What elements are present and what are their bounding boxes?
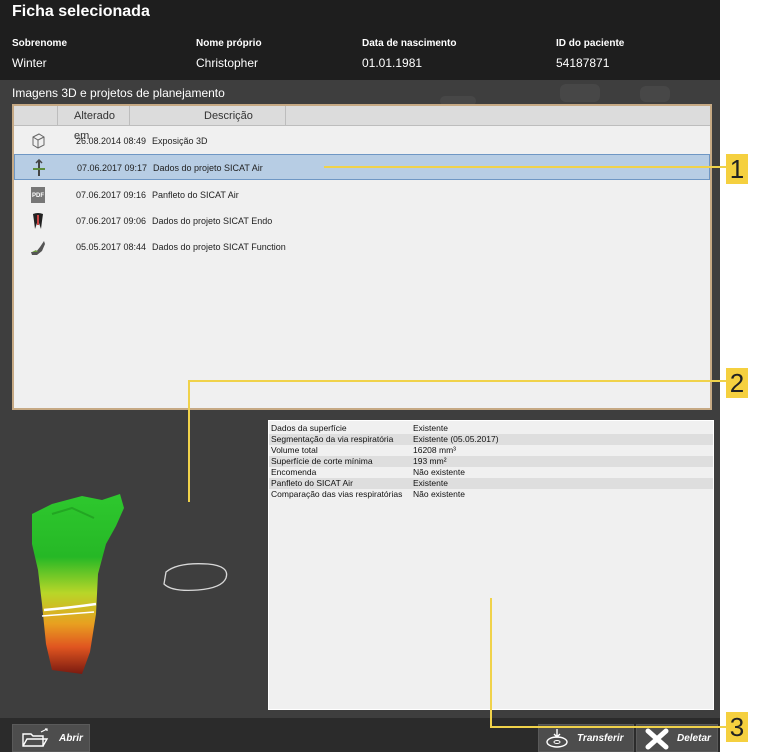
callout-line-2 xyxy=(188,380,726,382)
callout-line-3 xyxy=(490,726,726,728)
property-row: Dados da superfície Existente xyxy=(269,423,713,434)
open-folder-icon xyxy=(22,728,49,747)
callout-line-1 xyxy=(324,166,726,168)
details-area: Dados da superfície Existente Segmentaçã… xyxy=(12,414,714,714)
row-description: Exposição 3D xyxy=(152,136,208,146)
app-window: Ficha selecionada Sobrenome Winter Nome … xyxy=(0,0,720,752)
list-header: Alterado em Descrição xyxy=(14,106,710,142)
column-changed-on[interactable]: Alterado em xyxy=(58,106,130,142)
background-shape xyxy=(640,86,670,102)
callout-1: 1 xyxy=(726,154,748,184)
property-value: Existente (05.05.2017) xyxy=(413,434,499,444)
row-date: 26.08.2014 08:49 xyxy=(76,136,147,146)
birth-date-label: Data de nascimento xyxy=(362,38,457,49)
property-value: Existente xyxy=(413,478,448,488)
open-label: Abrir xyxy=(59,733,83,744)
property-row: Comparação das vias respiratórias Não ex… xyxy=(269,489,713,500)
delete-x-icon xyxy=(645,728,669,750)
bottom-toolbar: Abrir Transferir Deletar xyxy=(0,718,720,752)
property-row: Volume total 16208 mm³ xyxy=(269,445,713,456)
transfer-button[interactable]: Transferir xyxy=(538,724,634,752)
airway-icon xyxy=(33,159,45,176)
header-title: Ficha selecionada xyxy=(12,3,150,20)
property-key: Segmentação da via respiratória xyxy=(271,434,394,444)
cube-icon xyxy=(32,133,45,149)
property-key: Encomenda xyxy=(271,467,317,477)
delete-label: Deletar xyxy=(677,733,711,744)
property-value: 193 mm² xyxy=(413,456,447,466)
tooth-icon xyxy=(33,213,43,229)
callout-2: 2 xyxy=(726,368,748,398)
property-key: Comparação das vias respiratórias xyxy=(271,489,403,499)
pdf-icon-text: PDF xyxy=(32,193,44,199)
transfer-disc-icon xyxy=(546,729,568,748)
row-date: 05.05.2017 08:44 xyxy=(76,242,147,252)
patient-header: Ficha selecionada Sobrenome Winter Nome … xyxy=(0,0,720,80)
property-value: Existente xyxy=(413,423,448,433)
row-description: Dados do projeto SICAT Air xyxy=(153,163,263,173)
list-item[interactable]: 05.05.2017 08:44 Dados do projeto SICAT … xyxy=(14,234,710,260)
row-date: 07.06.2017 09:17 xyxy=(77,163,148,173)
list-item[interactable]: 07.06.2017 09:06 Dados do projeto SICAT … xyxy=(14,208,710,234)
property-key: Dados da superfície xyxy=(271,423,347,433)
jaw-icon xyxy=(31,241,45,255)
property-value: Não existente xyxy=(413,467,465,477)
icon-column-header xyxy=(14,106,58,126)
pdf-icon: PDF xyxy=(31,187,45,203)
property-value: Não existente xyxy=(413,489,465,499)
property-row: Segmentação da via respiratória Existent… xyxy=(269,434,713,445)
first-name-label: Nome próprio xyxy=(196,38,262,49)
delete-button[interactable]: Deletar xyxy=(636,724,718,752)
callout-vline-2 xyxy=(188,380,190,502)
property-row: Encomenda Não existente xyxy=(269,467,713,478)
row-date: 07.06.2017 09:16 xyxy=(76,190,147,200)
callout-3: 3 xyxy=(726,712,748,742)
row-description: Dados do projeto SICAT Function xyxy=(152,242,286,252)
open-button[interactable]: Abrir xyxy=(12,724,90,752)
list-item[interactable]: PDF 07.06.2017 09:16 Panfleto do SICAT A… xyxy=(14,182,710,208)
airway-3d-preview xyxy=(32,494,228,674)
surname-value: Winter xyxy=(12,56,47,70)
patient-id-label: ID do paciente xyxy=(556,38,625,49)
property-value: 16208 mm³ xyxy=(413,445,456,455)
list-item[interactable]: 26.08.2014 08:49 Exposição 3D xyxy=(14,128,710,154)
patient-id-value: 54187871 xyxy=(556,56,610,70)
row-date: 07.06.2017 09:06 xyxy=(76,216,147,226)
column-description[interactable]: Descrição xyxy=(130,106,286,126)
property-key: Volume total xyxy=(271,445,318,455)
property-row: Panfleto do SICAT Air Existente xyxy=(269,478,713,489)
section-title: Imagens 3D e projetos de planejamento xyxy=(12,86,225,100)
property-key: Panfleto do SICAT Air xyxy=(271,478,353,488)
birth-date-value: 01.01.1981 xyxy=(362,56,423,70)
first-name-value: Christopher xyxy=(196,56,259,70)
background-shape xyxy=(560,84,600,102)
row-description: Panfleto do SICAT Air xyxy=(152,190,239,200)
surname-label: Sobrenome xyxy=(12,38,68,49)
callout-vline-3 xyxy=(490,598,492,728)
images-projects-list[interactable]: Alterado em Descrição 26.08.2014 08:49 E… xyxy=(12,104,712,410)
row-description: Dados do projeto SICAT Endo xyxy=(152,216,273,226)
property-key: Superfície de corte mínima xyxy=(271,456,373,466)
property-row: Superfície de corte mínima 193 mm² xyxy=(269,456,713,467)
transfer-label: Transferir xyxy=(577,733,624,744)
